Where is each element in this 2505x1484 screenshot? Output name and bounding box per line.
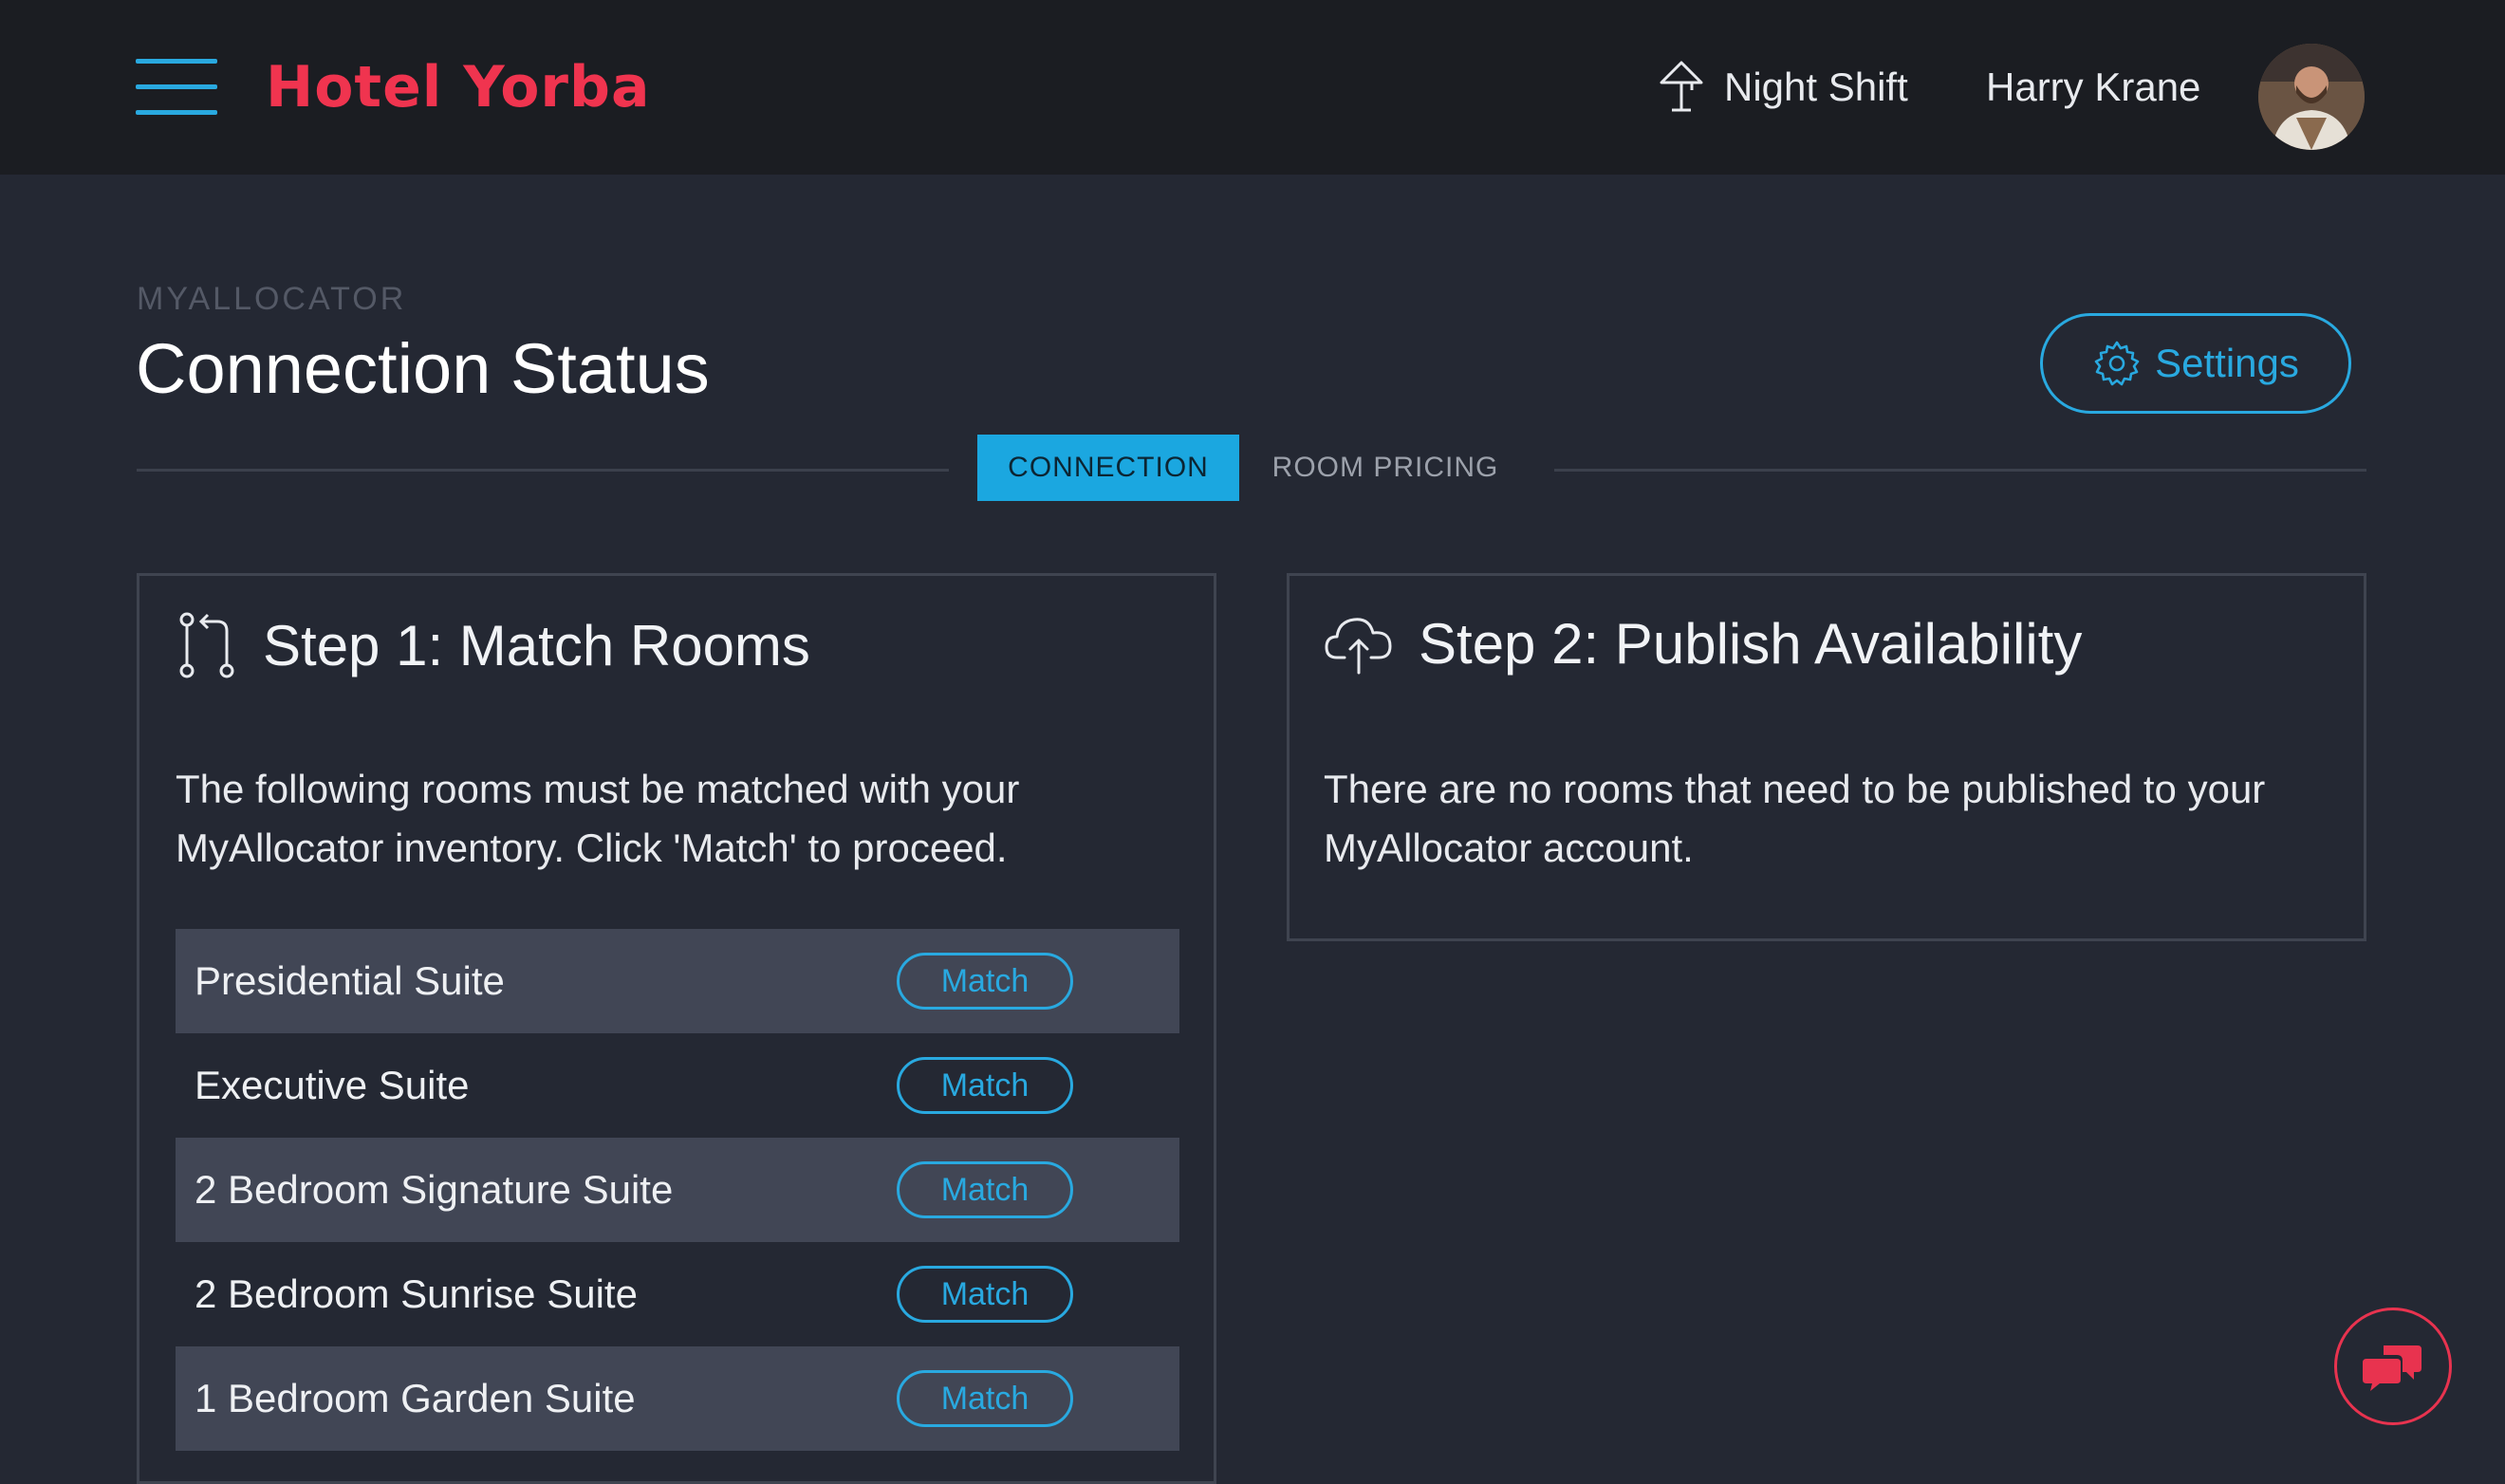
brand-logo[interactable]: Hotel Yorba [266, 49, 650, 125]
avatar[interactable] [2258, 44, 2365, 150]
gear-icon [2094, 341, 2140, 386]
tab-divider-left [137, 469, 949, 472]
tab-room-pricing[interactable]: ROOM PRICING [1262, 435, 1509, 501]
match-button[interactable]: Match [897, 1266, 1073, 1323]
settings-label: Settings [2155, 341, 2299, 385]
publish-availability-card: Step 2: Publish Availability There are n… [1287, 573, 2366, 941]
room-row: 2 Bedroom Signature Suite Match [176, 1138, 1179, 1242]
match-button[interactable]: Match [897, 1161, 1073, 1218]
shift-indicator[interactable]: Night Shift [1656, 49, 1908, 125]
user-name[interactable]: Harry Krane [1986, 49, 2200, 125]
room-row: Presidential Suite Match [176, 929, 1179, 1033]
match-rooms-title: Step 1: Match Rooms [263, 613, 810, 677]
match-rooms-card: Step 1: Match Rooms The following rooms … [137, 573, 1216, 1484]
room-list: Presidential Suite Match Executive Suite… [176, 929, 1179, 1451]
cloud-upload-icon [1325, 618, 1392, 675]
match-rooms-description: The following rooms must be matched with… [176, 767, 1020, 870]
room-row: Executive Suite Match [176, 1033, 1179, 1138]
publish-availability-heading: Step 2: Publish Availability [1324, 610, 2082, 677]
match-button[interactable]: Match [897, 953, 1073, 1010]
hamburger-menu-icon[interactable] [136, 59, 217, 116]
match-button[interactable]: Match [897, 1370, 1073, 1427]
room-row: 2 Bedroom Sunrise Suite Match [176, 1242, 1179, 1346]
top-navbar: Hotel Yorba Night Shift Harry Krane [0, 0, 2505, 175]
tab-connection[interactable]: CONNECTION [977, 435, 1239, 501]
settings-button[interactable]: Settings [2040, 313, 2351, 414]
tab-divider-right [1554, 469, 2366, 472]
chat-button[interactable] [2334, 1308, 2452, 1425]
publish-availability-description: There are no rooms that need to be publi… [1324, 767, 2266, 870]
git-compare-icon [179, 612, 234, 678]
shift-label: Night Shift [1724, 65, 1908, 109]
chat-bubbles-icon [2363, 1345, 2422, 1391]
room-name: Presidential Suite [195, 958, 505, 1003]
page-title: Connection Status [136, 329, 710, 408]
room-name: 2 Bedroom Signature Suite [195, 1167, 674, 1212]
room-name: 1 Bedroom Garden Suite [195, 1376, 636, 1420]
match-rooms-heading: Step 1: Match Rooms [176, 610, 810, 680]
room-name: 2 Bedroom Sunrise Suite [195, 1271, 638, 1316]
lamp-icon [1660, 61, 1703, 112]
match-button[interactable]: Match [897, 1057, 1073, 1114]
publish-availability-title: Step 2: Publish Availability [1419, 611, 2083, 676]
room-row: 1 Bedroom Garden Suite Match [176, 1346, 1179, 1451]
breadcrumb: MYALLOCATOR [137, 281, 407, 317]
room-name: Executive Suite [195, 1063, 470, 1107]
